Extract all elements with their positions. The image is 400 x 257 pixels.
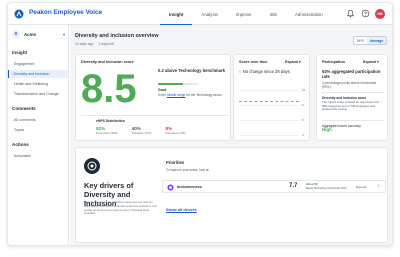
score-card: Diversity and Inclusion score 8.5 0.2 ab… bbox=[75, 54, 231, 141]
sidebar-item-topics[interactable]: Topics bbox=[8, 126, 68, 134]
org-label: Acme bbox=[24, 31, 36, 37]
benchmark-bar-fill bbox=[158, 83, 183, 86]
gridline bbox=[239, 90, 299, 91]
sidebar-heading-actions: Actions bbox=[12, 142, 29, 147]
accuracy-value: High bbox=[322, 127, 332, 132]
sidebar-item-diversity-inclusion[interactable]: Diversity and Inclusion bbox=[8, 70, 68, 78]
trend-expand-button[interactable]: Expand ▾ bbox=[285, 60, 301, 64]
toggle-nps[interactable]: NPS bbox=[354, 37, 367, 44]
y-tick: 8 bbox=[302, 103, 304, 107]
inclusiveness-icon bbox=[167, 184, 174, 191]
dist-detractors-label: Detractors (55) bbox=[165, 131, 186, 135]
benchmark-desc: In the middle range for the Technology s… bbox=[158, 93, 226, 97]
dist-promoters: 52% Promoters (345) bbox=[96, 126, 118, 135]
main-content: Diversity and inclusion overview 13 days… bbox=[70, 25, 392, 245]
trend-change-text: ○ No change since 28 days bbox=[239, 69, 305, 74]
nav-administration[interactable]: Administration bbox=[286, 3, 332, 25]
priority-label: Inclusiveness bbox=[177, 185, 202, 189]
participation-info-text: The current score is based on responses … bbox=[322, 100, 380, 112]
gridline bbox=[239, 135, 299, 136]
help-icon[interactable] bbox=[361, 9, 370, 18]
benchmark-bar bbox=[158, 83, 198, 86]
nav-insight[interactable]: Insight bbox=[160, 3, 193, 25]
priority-expand-label: Expand bbox=[356, 185, 367, 189]
participation-sub: 3 percentage points above benchmark (90%… bbox=[322, 81, 377, 90]
participation-expand-label: Expand bbox=[363, 60, 376, 64]
drivers-desc: Drivers measure how satisfied employees … bbox=[84, 200, 157, 216]
priority-row-inclusiveness[interactable]: Inclusiveness 7.7 Above 5% Below Technol… bbox=[162, 180, 386, 193]
chevron-down-icon: ▾ bbox=[62, 31, 65, 37]
bell-icon[interactable] bbox=[346, 9, 355, 18]
sidebar-item-engagement[interactable]: Engagement bbox=[8, 60, 68, 68]
trend-card-title: Score over time bbox=[239, 60, 268, 64]
nav-improve[interactable]: Improve bbox=[227, 3, 261, 25]
trend-card: Score over time Expand ▾ ○ No change sin… bbox=[233, 54, 310, 141]
y-tick: 4 bbox=[302, 133, 304, 137]
drivers-icon bbox=[84, 158, 100, 174]
org-badge: X bbox=[12, 30, 20, 38]
gridline bbox=[239, 120, 299, 121]
benchmark-desc-suffix: for the Technology sector bbox=[186, 93, 222, 97]
nav-360[interactable]: 360 bbox=[261, 3, 286, 25]
distribution-title: eNPS Distribution bbox=[96, 119, 125, 123]
participation-card: Participation Expand ▾ 93% aggregated pa… bbox=[316, 54, 388, 141]
sidebar-heading-insight: Insight bbox=[12, 50, 28, 55]
score-value: 8.5 bbox=[81, 67, 137, 111]
priorities-sub: To improve your score, look at bbox=[166, 168, 209, 172]
org-selector[interactable]: X Acme ▾ bbox=[12, 29, 65, 39]
y-tick: 6 bbox=[302, 118, 304, 122]
sidebar-item-transformation-change[interactable]: Transformation and Change bbox=[8, 90, 68, 98]
sidebar: X Acme ▾ Insight Engagement Diversity an… bbox=[8, 25, 69, 245]
benchmark-range-link[interactable]: middle range bbox=[167, 93, 185, 97]
card-divider bbox=[322, 120, 384, 121]
toggle-average[interactable]: Average bbox=[366, 37, 387, 44]
y-tick: 10 bbox=[302, 88, 306, 92]
nav-analysis[interactable]: Analysis bbox=[192, 3, 226, 25]
dist-promoters-label: Promoters (345) bbox=[96, 131, 118, 135]
sidebar-item-actionable[interactable]: Actionable bbox=[8, 152, 68, 160]
benchmark-desc-prefix: In the bbox=[158, 93, 166, 97]
user-avatar[interactable]: HB bbox=[375, 9, 385, 19]
priority-delta-title: Above 5% bbox=[306, 183, 318, 186]
peakon-logo-icon bbox=[14, 9, 24, 19]
sidebar-item-all-comments[interactable]: All comments bbox=[8, 116, 68, 124]
priority-score: 7.7 bbox=[289, 183, 298, 189]
score-mode-toggle: NPS Average bbox=[353, 36, 388, 45]
dist-detractors: 8% Detractors (55) bbox=[166, 126, 186, 135]
meta-remaining: 2 days left bbox=[98, 42, 114, 46]
priority-delta-sub: Below Technology benchmark (8.5) bbox=[306, 187, 347, 190]
main-nav: Insight Analysis Improve 360 Administrat… bbox=[160, 3, 332, 25]
score-card-title: Diversity and Inclusion score bbox=[81, 60, 134, 64]
participation-headline: 93% aggregated participation rate bbox=[322, 69, 381, 79]
meta-started: 13 days ago bbox=[75, 42, 94, 46]
benchmark-label: Good bbox=[158, 88, 167, 92]
top-bar: Peakon Employee Voice Insight Analysis I… bbox=[8, 3, 392, 25]
dist-passives: 40% Passives (247) bbox=[132, 126, 152, 135]
page-title: Diversity and inclusion overview bbox=[75, 33, 159, 39]
chevron-right-icon: › bbox=[378, 183, 380, 188]
priorities-title: Priorities bbox=[166, 160, 185, 165]
app-title: Peakon Employee Voice bbox=[29, 9, 103, 16]
sidebar-heading-comments: Comments bbox=[12, 106, 36, 111]
distribution-row: 52% Promoters (345) 40% Passives (247) 8… bbox=[96, 126, 186, 135]
trend-change-label: No change since 28 days bbox=[242, 69, 290, 74]
gridline bbox=[239, 105, 299, 106]
card-divider bbox=[81, 115, 227, 116]
no-change-icon: ○ bbox=[239, 69, 242, 74]
score-trend-line bbox=[239, 101, 299, 103]
survey-meta: 13 days ago 2 days left bbox=[75, 42, 114, 46]
sidebar-item-health-wellbeing[interactable]: Health and Wellbeing bbox=[8, 80, 68, 88]
benchmark-headline: 0.2 above Technology benchmark bbox=[158, 68, 225, 73]
trend-expand-label: Expand bbox=[285, 60, 298, 64]
card-divider bbox=[322, 92, 384, 93]
participation-expand-button[interactable]: Expand ▾ bbox=[363, 60, 379, 64]
show-all-drivers-link[interactable]: Show all drivers bbox=[166, 207, 197, 212]
dist-passives-label: Passives (247) bbox=[131, 131, 152, 135]
participation-title: Participation bbox=[322, 60, 345, 64]
app-window: Peakon Employee Voice Insight Analysis I… bbox=[7, 2, 393, 246]
